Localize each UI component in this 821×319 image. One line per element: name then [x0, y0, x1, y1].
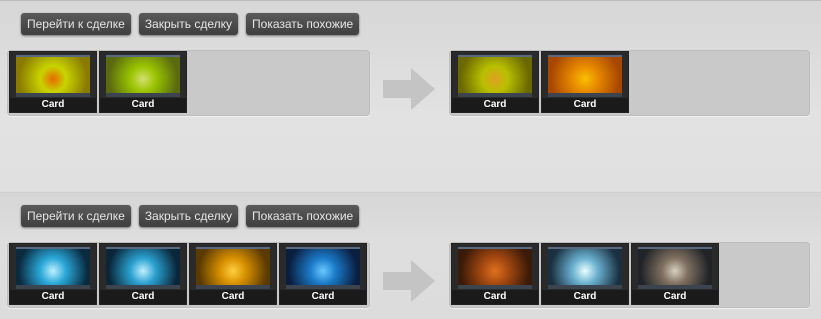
- trading-card-item[interactable]: Card: [100, 244, 186, 304]
- card-label: Card: [100, 98, 186, 112]
- give-items-panel: Card Card Card Card: [7, 242, 370, 308]
- trading-card-item[interactable]: Card: [190, 244, 276, 304]
- trading-card-item[interactable]: Card: [280, 244, 366, 304]
- card-art: [286, 247, 360, 289]
- card-label: Card: [100, 290, 186, 304]
- go-to-trade-button[interactable]: Перейти к сделке: [21, 13, 131, 35]
- close-trade-button[interactable]: Закрыть сделку: [138, 13, 239, 35]
- card-art: [16, 247, 90, 289]
- get-items-panel: Card Card Card: [449, 242, 810, 308]
- card-art: [458, 247, 532, 289]
- card-art: [106, 55, 180, 97]
- show-similar-button[interactable]: Показать похожие: [246, 13, 360, 35]
- card-art: [458, 55, 532, 97]
- card-label: Card: [10, 98, 96, 112]
- trading-card-item[interactable]: Card: [452, 52, 538, 112]
- card-label: Card: [452, 290, 538, 304]
- card-art: [196, 247, 270, 289]
- trade-offer-1: Перейти к сделке Закрыть сделку Показать…: [0, 0, 821, 191]
- card-art: [16, 55, 90, 97]
- card-art: [548, 247, 622, 289]
- trading-card-item[interactable]: Card: [10, 244, 96, 304]
- trading-card-item[interactable]: Card: [10, 52, 96, 112]
- go-to-trade-button[interactable]: Перейти к сделке: [21, 205, 131, 227]
- card-art: [548, 55, 622, 97]
- show-similar-button[interactable]: Показать похожие: [246, 205, 360, 227]
- trading-card-item[interactable]: Card: [452, 244, 538, 304]
- card-label: Card: [280, 290, 366, 304]
- arrow-right-icon: [383, 68, 435, 110]
- card-label: Card: [190, 290, 276, 304]
- card-label: Card: [542, 98, 628, 112]
- card-art: [106, 247, 180, 289]
- trading-card-item[interactable]: Card: [542, 52, 628, 112]
- card-art: [638, 247, 712, 289]
- trading-card-item[interactable]: Card: [542, 244, 628, 304]
- card-label: Card: [632, 290, 718, 304]
- card-label: Card: [452, 98, 538, 112]
- give-items-panel: Card Card: [7, 50, 370, 116]
- trading-card-item[interactable]: Card: [632, 244, 718, 304]
- trade-actions: Перейти к сделке Закрыть сделку Показать…: [21, 13, 360, 37]
- close-trade-button[interactable]: Закрыть сделку: [138, 205, 239, 227]
- get-items-panel: Card Card: [449, 50, 810, 116]
- arrow-right-icon: [383, 260, 435, 302]
- trading-card-item[interactable]: Card: [100, 52, 186, 112]
- trade-offer-2: Перейти к сделке Закрыть сделку Показать…: [0, 192, 821, 319]
- trade-actions: Перейти к сделке Закрыть сделку Показать…: [21, 205, 360, 229]
- card-label: Card: [10, 290, 96, 304]
- card-label: Card: [542, 290, 628, 304]
